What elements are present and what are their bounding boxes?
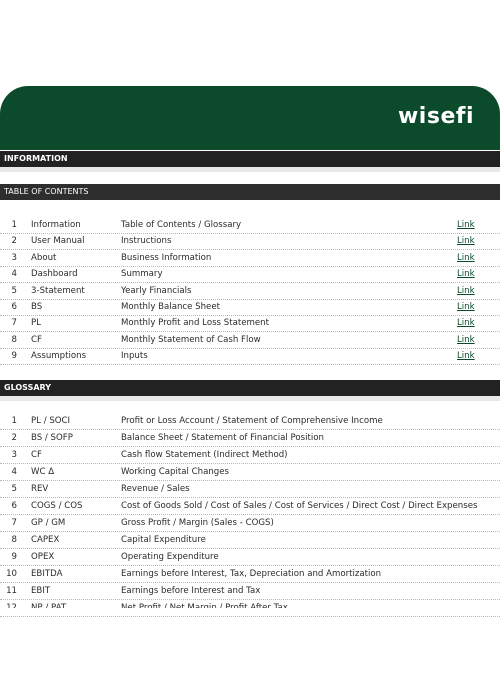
glossary-row: 11 EBIT Earnings before Interest and Tax [0, 583, 500, 600]
sheet-link[interactable]: Link [457, 266, 475, 282]
row-number: 1 [11, 416, 17, 426]
glossary-definition: Gross Profit / Margin (Sales - COGS) [121, 518, 274, 528]
sheet-name: 3-Statement [31, 285, 85, 296]
toc-row: 8 CF Monthly Statement of Cash Flow Link [0, 332, 500, 349]
logo-text-fi: fi [455, 104, 474, 129]
sheet-name: User Manual [31, 236, 85, 247]
glossary-row: 5 REV Revenue / Sales [0, 481, 500, 498]
glossary-row: 8 CAPEX Capital Expenditure [0, 532, 500, 549]
sheet-link[interactable]: Link [457, 315, 475, 331]
sheet-name: Dashboard [31, 269, 78, 280]
sheet-link[interactable]: Link [457, 217, 475, 233]
page-cutoff [0, 608, 500, 616]
sheet-link[interactable]: Link [457, 250, 475, 266]
row-number: 5 [11, 285, 17, 296]
row-number: 9 [11, 552, 17, 562]
row-number: 11 [6, 586, 17, 596]
glossary-term: CF [31, 450, 42, 460]
divider [0, 167, 500, 172]
glossary-definition: Balance Sheet / Statement of Financial P… [121, 433, 325, 443]
section-information: INFORMATION [0, 151, 500, 167]
row-number: 8 [11, 334, 17, 345]
glossary-row: 7 GP / GM Gross Profit / Margin (Sales - C… [0, 515, 500, 532]
sheet-description: Monthly Balance Sheet [121, 302, 220, 312]
glossary-term: EBIT [31, 586, 51, 596]
sheet-name: Assumptions [31, 351, 87, 362]
logo-text-wise: wise [397, 104, 456, 129]
row-number: 5 [11, 484, 17, 494]
glossary-definition: Cost of Goods Sold / Cost of Sales / Cos… [121, 501, 478, 511]
section-glossary: GLOSSARY [0, 380, 500, 396]
glossary-definition: Earnings before Interest and Tax [121, 586, 261, 596]
glossary-term: EBITDA [31, 569, 63, 579]
row-number: 10 [6, 569, 17, 579]
glossary-definition: Cash flow Statement (Indirect Method) [121, 450, 288, 460]
glossary-row: 1 PL / SOCI Profit or Loss Account / State… [0, 413, 500, 430]
sheet-description: Inputs [121, 351, 148, 362]
row-number: 7 [11, 518, 17, 528]
row-number: 2 [11, 433, 17, 443]
row-number: 3 [11, 252, 17, 263]
row-number: 4 [11, 467, 17, 477]
toc-row: 7 PL Monthly Profit and Loss Statement Link [0, 315, 500, 333]
toc-row: 1 Information Table of Contents / Glossary… [0, 217, 500, 234]
divider [0, 396, 500, 401]
glossary-definition: Working Capital Changes [121, 467, 230, 477]
glossary-definition: Capital Expenditure [121, 535, 206, 545]
glossary-row: 9 OPEX Operating Expenditure [0, 549, 500, 566]
row-number: 6 [11, 302, 17, 312]
sheet-link[interactable]: Link [457, 283, 475, 299]
sheet-description: Monthly Statement of Cash Flow [121, 334, 261, 345]
row-number: 4 [11, 269, 17, 280]
sheet-name: BS [31, 302, 43, 312]
sheet-description: Yearly Financials [121, 285, 192, 296]
glossary-row: 3 CF Cash flow Statement (Indirect Method) [0, 447, 500, 464]
row-number: 1 [11, 220, 17, 230]
toc-row: 4 Dashboard Summary Link [0, 266, 500, 284]
row-number: 2 [11, 236, 17, 247]
sheet-description: Instructions [121, 236, 172, 247]
glossary-row: 6 COGS / COS Cost of Goods Sold / Cost of … [0, 498, 500, 515]
sheet-link[interactable]: Link [457, 299, 475, 315]
glossary-term: COGS / COS [31, 501, 83, 511]
sheet-name: Information [31, 220, 81, 230]
sheet-link[interactable]: Link [457, 233, 475, 249]
glossary-term: OPEX [31, 552, 55, 562]
glossary-row: 2 BS / SOFP Balance Sheet / Statement of F… [0, 430, 500, 447]
sheet-description: Monthly Profit and Loss Statement [121, 318, 269, 329]
sheet-link[interactable]: Link [457, 348, 475, 364]
glossary-definition: Profit or Loss Account / Statement of Co… [121, 416, 383, 426]
glossary-term: CAPEX [31, 535, 60, 545]
glossary-term: WC Δ [31, 467, 55, 477]
row-number: 7 [11, 318, 17, 329]
glossary-term: REV [31, 484, 49, 494]
row-number: 6 [11, 501, 17, 511]
sheet-name: About [31, 252, 57, 263]
row-number: 3 [11, 450, 17, 460]
glossary-definition: Earnings before Interest, Tax, Depreciat… [121, 569, 382, 579]
row-number: 8 [11, 535, 17, 545]
glossary-term: BS / SOFP [31, 433, 73, 443]
glossary-term: PL / SOCI [31, 416, 71, 426]
toc-row: 9 Assumptions Inputs Link [0, 348, 500, 366]
sheet-name: CF [31, 334, 42, 345]
glossary-definition: Revenue / Sales [121, 484, 190, 494]
section-table-of-contents: TABLE OF CONTENTS [0, 184, 500, 200]
sheet-description: Table of Contents / Glossary [121, 220, 242, 230]
glossary-definition: Operating Expenditure [121, 552, 219, 562]
sheet-name: PL [31, 318, 41, 329]
sheet-description: Summary [121, 269, 163, 280]
glossary-term: GP / GM [31, 518, 66, 528]
glossary-row: 10 EBITDA Earnings before Interest, Tax, D… [0, 566, 500, 583]
glossary-row: 4 WC Δ Working Capital Changes [0, 464, 500, 481]
brand-logo: wisefi [398, 104, 474, 129]
toc-row: 5 3-Statement Yearly Financials Link [0, 283, 500, 300]
toc-row: 2 User Manual Instructions Link [0, 233, 500, 251]
row-number: 9 [11, 351, 17, 362]
toc-row: 3 About Business Information Link [0, 250, 500, 267]
header-banner: wisefi [0, 86, 500, 150]
toc-row: 6 BS Monthly Balance Sheet Link [0, 299, 500, 316]
sheet-link[interactable]: Link [457, 332, 475, 348]
sheet-description: Business Information [121, 252, 212, 263]
